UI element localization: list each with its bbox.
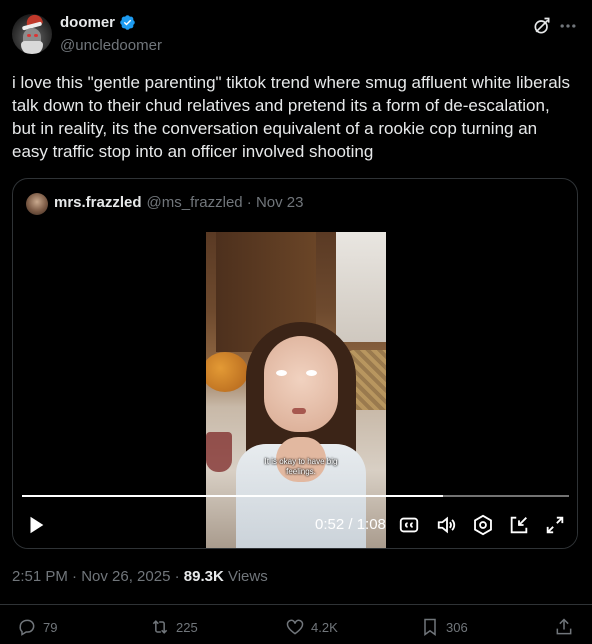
repost-button[interactable]: 225 [150, 617, 198, 637]
video-progress-fill [22, 495, 443, 497]
video-progress-bar[interactable] [22, 495, 569, 497]
author-name-row: doomer [60, 14, 136, 31]
like-button[interactable]: 4.2K [285, 617, 338, 637]
repost-count: 225 [176, 619, 198, 635]
quoted-author-row: mrs.frazzled @ms_frazzled · Nov 23 [54, 194, 304, 211]
views-count: 89.3K [183, 568, 224, 585]
author-handle[interactable]: @uncledoomer [60, 37, 162, 54]
verified-badge-icon [120, 15, 135, 30]
play-icon[interactable] [25, 514, 47, 536]
video-time: 0:52 / 1:08 [315, 516, 386, 533]
settings-icon[interactable] [472, 514, 494, 536]
reply-count: 79 [43, 619, 58, 635]
views-label: Views [223, 568, 268, 585]
quoted-post[interactable]: mrs.frazzled @ms_frazzled · Nov 23 It is… [12, 178, 578, 549]
share-icon [556, 618, 572, 635]
video-caption: It is okay to have big feelings. [264, 457, 338, 476]
bookmark-button[interactable]: 306 [420, 617, 468, 637]
post-timestamp[interactable]: 2:51 PM · Nov 26, 2025 · [12, 568, 184, 585]
volume-icon[interactable] [436, 514, 458, 536]
post-text: i love this "gentle parenting" tiktok tr… [12, 73, 570, 161]
post: doomer @uncledoomer i love this "gentle … [0, 0, 592, 644]
action-bar: 79 225 4.2K 306 [0, 604, 592, 644]
quoted-author-handle-date: @ms_frazzled · Nov 23 [146, 194, 304, 211]
post-timestamp-row: 2:51 PM · Nov 26, 2025 · 89.3K Views [12, 568, 268, 585]
share-button[interactable] [554, 617, 574, 637]
bookmark-icon [424, 618, 436, 636]
quoted-author-name[interactable]: mrs.frazzled [54, 194, 142, 211]
video-player[interactable]: It is okay to have big feelings. 0:52 / … [13, 232, 577, 548]
dock-icon[interactable] [508, 514, 530, 536]
repost-icon [152, 620, 168, 634]
video-frame[interactable]: It is okay to have big feelings. [206, 232, 386, 548]
quoted-author-avatar[interactable] [26, 193, 48, 215]
author-display-name[interactable]: doomer [60, 14, 115, 31]
author-avatar[interactable] [12, 14, 52, 54]
grok-icon[interactable] [532, 16, 552, 36]
more-icon[interactable] [558, 16, 578, 36]
cc-icon[interactable] [398, 514, 420, 536]
reply-icon [19, 619, 35, 636]
reply-button[interactable]: 79 [17, 617, 57, 637]
like-icon [286, 619, 304, 635]
like-count: 4.2K [311, 619, 338, 635]
bookmark-count: 306 [446, 619, 468, 635]
fullscreen-icon[interactable] [544, 514, 566, 536]
